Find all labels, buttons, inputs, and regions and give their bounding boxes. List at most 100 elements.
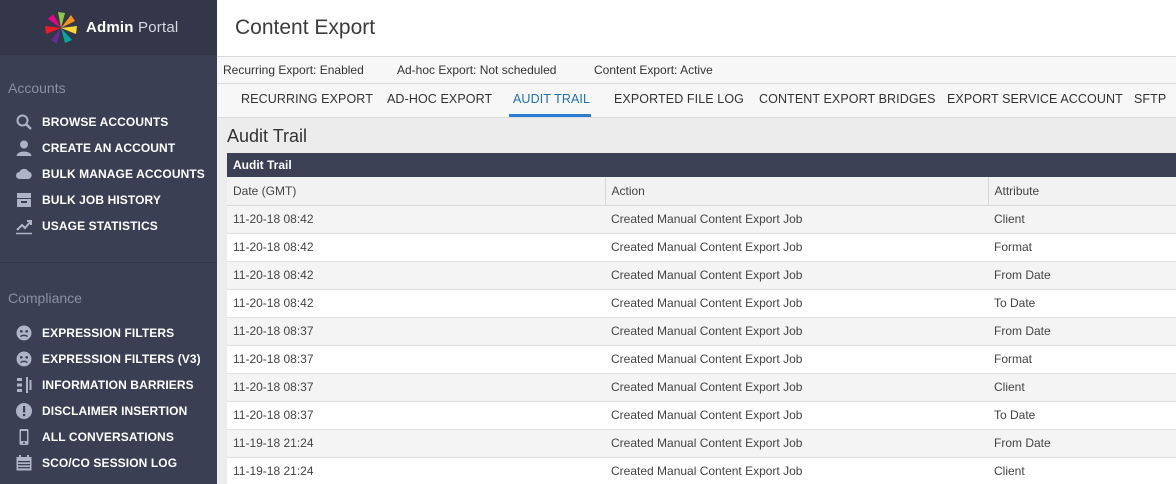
attribute-cell: Client — [988, 457, 1176, 484]
sidebar-item-label: INFORMATION BARRIERS — [42, 378, 194, 392]
sidebar-item-label: CREATE AN ACCOUNT — [42, 141, 176, 155]
tab-export-service-account[interactable]: EXPORT SERVICE ACCOUNT — [947, 84, 1123, 117]
attribute-cell: Format — [988, 233, 1176, 262]
table-row[interactable]: 11-20-18 08:42 Created Manual Content Exp… — [227, 233, 1176, 262]
sidebar-item-expression-filters[interactable]: EXPRESSION FILTERS — [0, 320, 217, 346]
sidebar: Admin Portal Accounts BROWSE ACCOUNTS CR… — [0, 0, 217, 484]
sidebar-item-usage-statistics[interactable]: USAGE STATISTICS — [0, 213, 217, 239]
sidebar-item-browse-accounts[interactable]: BROWSE ACCOUNTS — [0, 109, 217, 135]
table-row[interactable]: 11-20-18 08:37 Created Manual Content Exp… — [227, 401, 1176, 430]
pinwheel-logo-icon — [45, 11, 77, 44]
sidebar-item-disclaimer-insertion[interactable]: DISCLAIMER INSERTION — [0, 398, 217, 424]
table-row[interactable]: 11-19-18 21:24 Created Manual Content Exp… — [227, 429, 1176, 458]
column-header-attribute[interactable]: Attribute — [988, 177, 1176, 206]
attribute-cell: Format — [988, 345, 1176, 374]
attribute-cell: To Date — [988, 289, 1176, 318]
sidebar-item-all-conversations[interactable]: ALL CONVERSATIONS — [0, 424, 217, 450]
calendar-icon — [16, 455, 32, 471]
action-cell: Created Manual Content Export Job — [605, 373, 988, 402]
tab-bar: RECURRING EXPORT AD-HOC EXPORT AUDIT TRA… — [217, 84, 1176, 118]
date-cell: 11-20-18 08:42 — [227, 289, 605, 318]
table-row[interactable]: 11-20-18 08:42 Created Manual Content Exp… — [227, 289, 1176, 318]
attribute-cell: To Date — [988, 401, 1176, 430]
sidebar-item-expression-filters-v3[interactable]: EXPRESSION FILTERS (V3) — [0, 346, 217, 372]
page-title: Content Export — [235, 16, 376, 39]
sidebar-item-label: BROWSE ACCOUNTS — [42, 115, 169, 129]
trend-chart-icon — [16, 220, 32, 235]
sidebar-item-label: EXPRESSION FILTERS (V3) — [42, 352, 201, 366]
date-cell: 11-19-18 21:24 — [227, 457, 605, 484]
accounts-nav: BROWSE ACCOUNTS CREATE AN ACCOUNT BULK M… — [0, 109, 217, 239]
sidebar-item-label: EXPRESSION FILTERS — [42, 326, 175, 340]
table-row[interactable]: 11-20-18 08:37 Created Manual Content Exp… — [227, 345, 1176, 374]
adhoc-export-status: Ad-hoc Export: Not scheduled — [397, 63, 557, 77]
active-tab-indicator — [509, 114, 591, 117]
table-row[interactable]: 11-20-18 08:42 Created Manual Content Exp… — [227, 205, 1176, 234]
filter-face-icon — [16, 351, 32, 367]
table-row[interactable]: 11-20-18 08:37 Created Manual Content Exp… — [227, 317, 1176, 346]
phone-icon — [19, 429, 29, 445]
barrier-icon — [17, 377, 32, 393]
table-body: 11-20-18 08:42 Created Manual Content Exp… — [227, 205, 1176, 484]
date-cell: 11-20-18 08:37 — [227, 373, 605, 402]
tab-sftp[interactable]: SFTP — [1134, 84, 1166, 117]
compliance-nav: EXPRESSION FILTERS EXPRESSION FILTERS (V… — [0, 320, 217, 476]
main-area: Content Export Recurring Export: Enabled… — [217, 0, 1176, 484]
sidebar-item-label: BULK MANAGE ACCOUNTS — [42, 167, 205, 181]
brand-name: Admin Portal — [86, 19, 179, 36]
date-cell: 11-20-18 08:37 — [227, 345, 605, 374]
export-status-bar: Recurring Export: Enabled Ad-hoc Export:… — [217, 57, 1176, 84]
sidebar-item-bulk-manage-accounts[interactable]: BULK MANAGE ACCOUNTS — [0, 161, 217, 187]
attribute-cell: Client — [988, 373, 1176, 402]
filter-face-icon — [16, 325, 32, 341]
sidebar-item-sco-co-session-log[interactable]: SCO/CO SESSION LOG — [0, 450, 217, 476]
action-cell: Created Manual Content Export Job — [605, 205, 988, 234]
accounts-section-title: Accounts — [8, 80, 66, 96]
date-cell: 11-19-18 21:24 — [227, 429, 605, 458]
sidebar-item-label: ALL CONVERSATIONS — [42, 430, 174, 444]
sidebar-item-create-account[interactable]: CREATE AN ACCOUNT — [0, 135, 217, 161]
column-header-action[interactable]: Action — [605, 177, 989, 206]
alert-icon — [16, 403, 32, 419]
column-header-date[interactable]: Date (GMT) — [227, 177, 606, 206]
action-cell: Created Manual Content Export Job — [605, 429, 988, 458]
sidebar-item-label: BULK JOB HISTORY — [42, 193, 161, 207]
audit-trail-content: Audit Trail Audit Trail Date (GMT) Actio… — [217, 118, 1176, 484]
tab-audit-trail[interactable]: AUDIT TRAIL — [513, 84, 590, 117]
action-cell: Created Manual Content Export Job — [605, 345, 988, 374]
brand[interactable]: Admin Portal — [0, 0, 217, 55]
date-cell: 11-20-18 08:37 — [227, 317, 605, 346]
search-icon — [16, 114, 32, 130]
compliance-section-title: Compliance — [8, 290, 82, 306]
audit-trail-table: Date (GMT) Action Attribute 11-20-18 08:… — [227, 177, 1176, 484]
action-cell: Created Manual Content Export Job — [605, 289, 988, 318]
sidebar-divider — [0, 262, 217, 263]
date-cell: 11-20-18 08:42 — [227, 205, 605, 234]
date-cell: 11-20-18 08:42 — [227, 233, 605, 262]
tab-content-export-bridges[interactable]: CONTENT EXPORT BRIDGES — [759, 84, 936, 117]
archive-icon — [17, 193, 31, 207]
action-cell: Created Manual Content Export Job — [605, 401, 988, 430]
tab-exported-file-log[interactable]: EXPORTED FILE LOG — [614, 84, 744, 117]
sidebar-item-bulk-job-history[interactable]: BULK JOB HISTORY — [0, 187, 217, 213]
action-cell: Created Manual Content Export Job — [605, 317, 988, 346]
attribute-cell: Client — [988, 205, 1176, 234]
sidebar-item-information-barriers[interactable]: INFORMATION BARRIERS — [0, 372, 217, 398]
user-icon — [16, 140, 32, 156]
action-cell: Created Manual Content Export Job — [605, 261, 988, 290]
table-row[interactable]: 11-20-18 08:37 Created Manual Content Exp… — [227, 373, 1176, 402]
attribute-cell: From Date — [988, 317, 1176, 346]
table-row[interactable]: 11-20-18 08:42 Created Manual Content Exp… — [227, 261, 1176, 290]
recurring-export-status: Recurring Export: Enabled — [223, 63, 364, 77]
date-cell: 11-20-18 08:42 — [227, 261, 605, 290]
attribute-cell: From Date — [988, 261, 1176, 290]
section-heading: Audit Trail — [227, 126, 308, 146]
action-cell: Created Manual Content Export Job — [605, 233, 988, 262]
content-export-status: Content Export: Active — [594, 63, 713, 77]
panel-header: Audit Trail — [227, 153, 1176, 177]
table-row[interactable]: 11-19-18 21:24 Created Manual Content Exp… — [227, 457, 1176, 484]
tab-recurring-export[interactable]: RECURRING EXPORT — [241, 84, 373, 117]
action-cell: Created Manual Content Export Job — [605, 457, 988, 484]
sidebar-item-label: USAGE STATISTICS — [42, 219, 158, 233]
tab-ad-hoc-export[interactable]: AD-HOC EXPORT — [387, 84, 492, 117]
